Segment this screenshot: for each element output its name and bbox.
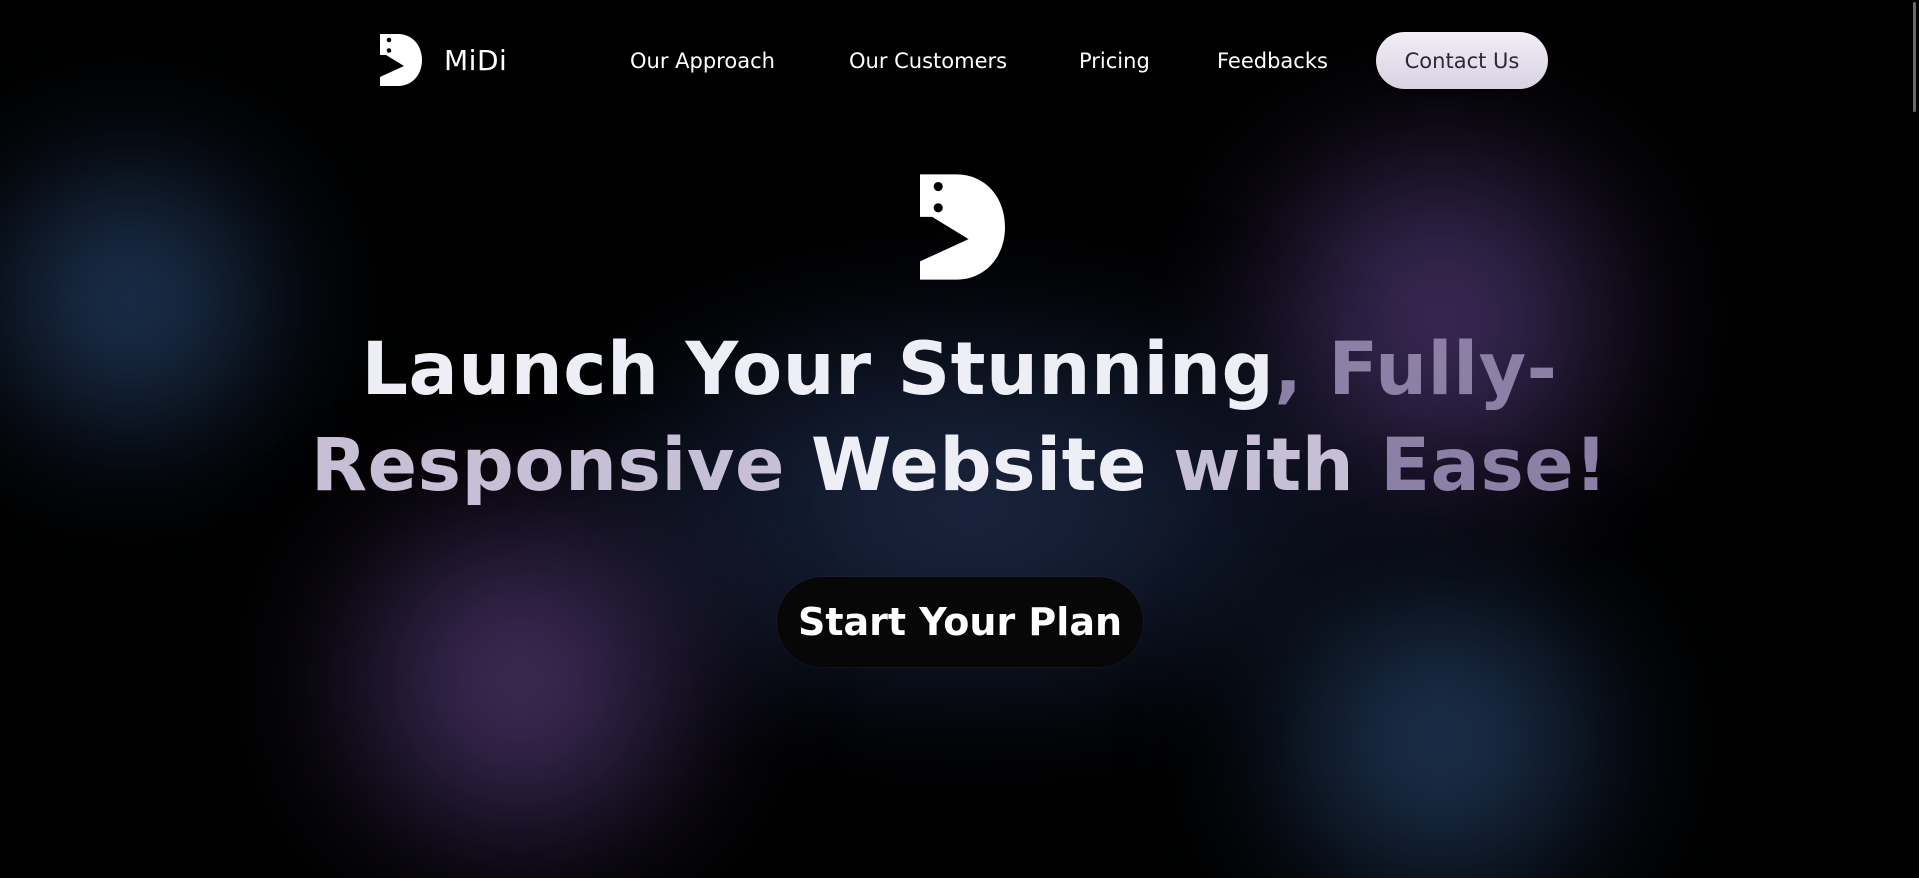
hero-headline: Launch Your Stunning, Fully- Responsive W…	[0, 322, 1919, 514]
headline-part: Ease!	[1380, 423, 1609, 508]
nav-link-feedbacks[interactable]: Feedbacks	[1217, 47, 1328, 75]
background-glow	[290, 480, 750, 878]
midi-logo-icon	[920, 174, 1005, 280]
nav-link-our-approach[interactable]: Our Approach	[630, 47, 775, 75]
contact-us-button[interactable]: Contact Us	[1376, 32, 1548, 89]
top-navigation: MiDi Our Approach Our Customers Pricing …	[0, 0, 1919, 120]
start-your-plan-button[interactable]: Start Your Plan	[777, 577, 1143, 667]
brand-home-link[interactable]: MiDi	[380, 34, 507, 86]
page-scrollbar[interactable]	[1913, 2, 1916, 112]
headline-part: Responsive	[310, 423, 811, 508]
background-glow	[1210, 560, 1670, 878]
midi-logo-icon	[380, 34, 422, 86]
headline-part: Website	[810, 423, 1173, 508]
headline-part: with	[1172, 423, 1381, 508]
headline-part: Launch Your Stunning	[361, 327, 1275, 412]
nav-link-our-customers[interactable]: Our Customers	[849, 47, 1007, 75]
headline-part: , Fully-	[1274, 327, 1558, 412]
brand-name: MiDi	[444, 43, 508, 77]
landing-page: MiDi Our Approach Our Customers Pricing …	[0, 0, 1919, 878]
nav-link-pricing[interactable]: Pricing	[1079, 47, 1150, 75]
